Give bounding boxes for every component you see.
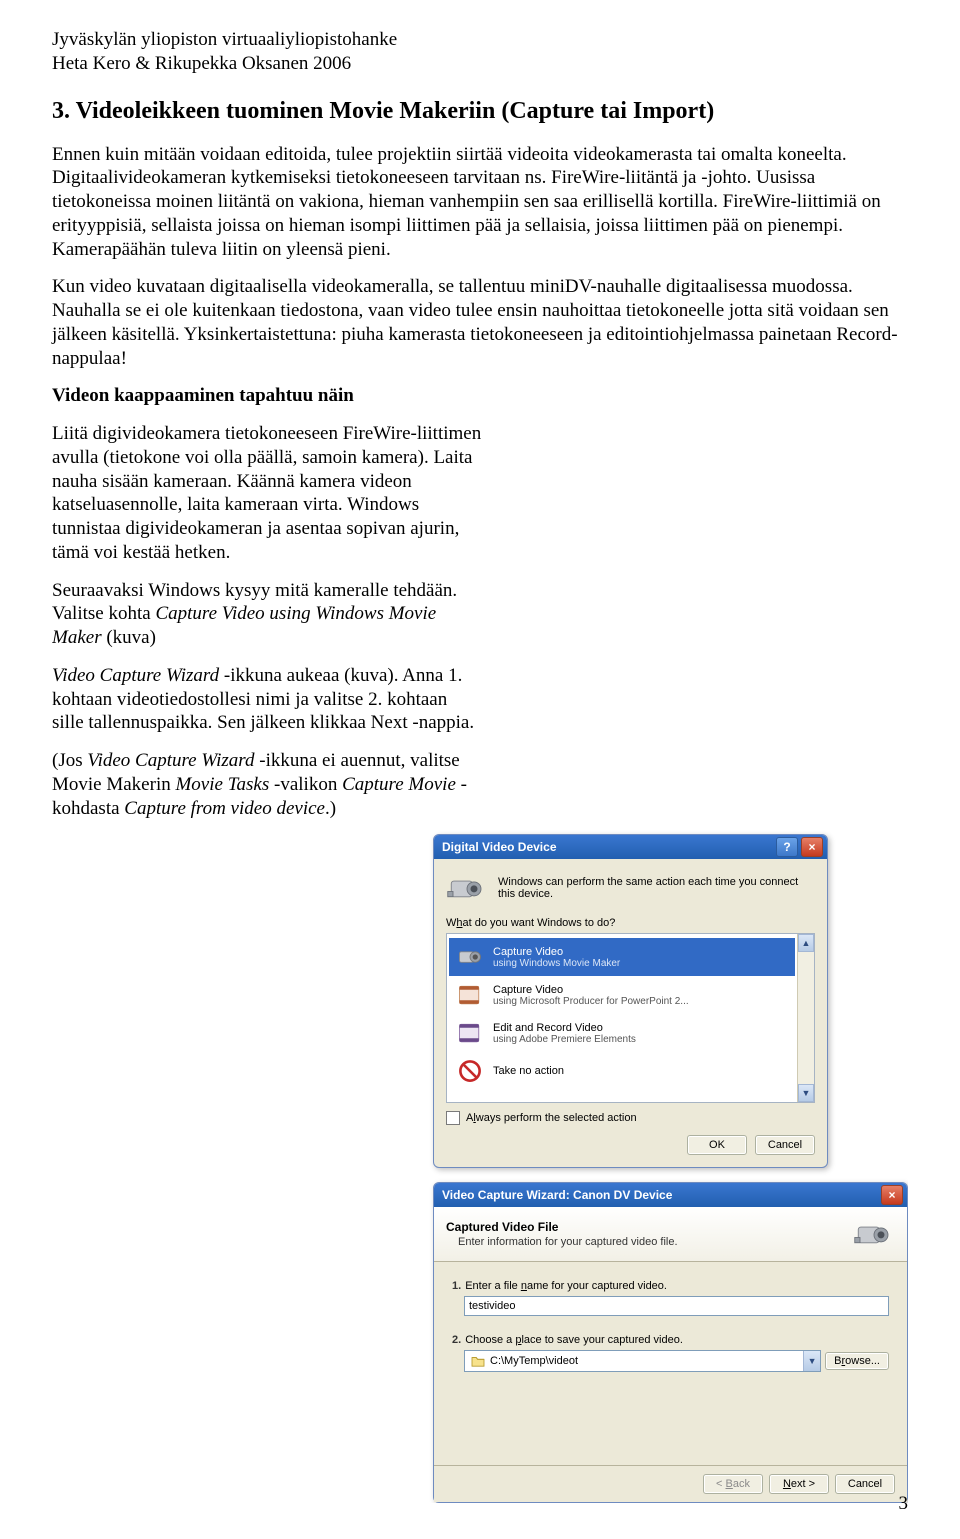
choice-title: Capture Video xyxy=(493,946,620,958)
scroll-up-button[interactable]: ▲ xyxy=(798,934,814,952)
autoplay-choice-no-action[interactable]: Take no action xyxy=(449,1052,795,1090)
help-button[interactable]: ? xyxy=(776,837,798,857)
paragraph-5: Video Capture Wizard -ikkuna aukeaa (kuv… xyxy=(52,664,482,735)
wizard-header-title: Captured Video File xyxy=(446,1220,843,1234)
camcorder-icon xyxy=(853,1215,895,1253)
always-perform-label: Always perform the selected action xyxy=(466,1112,637,1124)
camcorder-small-icon xyxy=(455,942,485,972)
cancel-button[interactable]: Cancel xyxy=(755,1135,815,1155)
back-button[interactable]: < Back xyxy=(703,1474,763,1494)
no-action-icon xyxy=(455,1056,485,1086)
choice-title: Take no action xyxy=(493,1065,564,1077)
premiere-icon xyxy=(455,1018,485,1048)
capture-wizard-dialog: Video Capture Wizard: Canon DV Device × … xyxy=(433,1182,908,1503)
folder-icon xyxy=(471,1355,485,1367)
browse-button[interactable]: Browse... xyxy=(825,1352,889,1370)
choice-sub: using Windows Movie Maker xyxy=(493,958,620,969)
wizard-header: Captured Video File Enter information fo… xyxy=(434,1207,907,1262)
ok-button[interactable]: OK xyxy=(687,1135,747,1155)
step-2-label: 2.Choose a place to save your captured v… xyxy=(452,1334,889,1346)
paragraph-4: Seuraavaksi Windows kysyy mitä kameralle… xyxy=(52,579,482,650)
save-location-dropdown[interactable]: C:\MyTemp\videot ▼ xyxy=(464,1350,821,1372)
choice-title: Edit and Record Video xyxy=(493,1022,636,1034)
checkbox-icon[interactable] xyxy=(446,1111,460,1125)
subheading: Videon kaappaaminen tapahtuu näin xyxy=(52,384,908,408)
autoplay-choice-list: Capture Video using Windows Movie Maker xyxy=(446,933,815,1103)
paragraph-1: Ennen kuin mitään voidaan editoida, tule… xyxy=(52,143,908,262)
choice-title: Capture Video xyxy=(493,984,689,996)
doc-header: Jyväskylän yliopiston virtuaaliyliopisto… xyxy=(52,28,908,76)
choice-sub: using Microsoft Producer for PowerPoint … xyxy=(493,996,689,1007)
filename-input[interactable] xyxy=(464,1296,889,1316)
autoplay-intro-text: Windows can perform the same action each… xyxy=(498,876,815,900)
scrollbar[interactable]: ▲ ▼ xyxy=(797,934,814,1102)
choice-sub: using Adobe Premiere Elements xyxy=(493,1034,636,1045)
autoplay-titlebar: Digital Video Device ? × xyxy=(434,835,827,859)
camcorder-icon xyxy=(446,869,488,907)
wizard-title: Video Capture Wizard: Canon DV Device xyxy=(442,1188,672,1202)
section-heading: 3. Videoleikkeen tuominen Movie Makeriin… xyxy=(52,98,908,125)
header-line-2: Heta Kero & Rikupekka Oksanen 2006 xyxy=(52,52,908,76)
paragraph-6: (Jos Video Capture Wizard -ikkuna ei aue… xyxy=(52,749,482,820)
autoplay-choice-capture-producer[interactable]: Capture Video using Microsoft Producer f… xyxy=(449,976,795,1014)
next-button[interactable]: Next > xyxy=(769,1474,829,1494)
wizard-header-subtitle: Enter information for your captured vide… xyxy=(458,1236,843,1248)
filmstrip-icon xyxy=(455,980,485,1010)
folder-path: C:\MyTemp\videot xyxy=(490,1355,578,1367)
paragraph-3: Liitä digivideokamera tietokoneeseen Fir… xyxy=(52,422,482,565)
close-button[interactable]: × xyxy=(881,1185,903,1205)
autoplay-dialog: Digital Video Device ? × Windows c xyxy=(433,834,828,1168)
header-line-1: Jyväskylän yliopiston virtuaaliyliopisto… xyxy=(52,28,908,52)
scroll-down-button[interactable]: ▼ xyxy=(798,1084,814,1102)
page-number: 3 xyxy=(899,1493,909,1515)
autoplay-choice-capture-wmm[interactable]: Capture Video using Windows Movie Maker xyxy=(449,938,795,976)
autoplay-prompt: What do you want Windows to do? xyxy=(446,917,815,929)
step-1-label: 1.Enter a file name for your captured vi… xyxy=(452,1280,889,1292)
cancel-button[interactable]: Cancel xyxy=(835,1474,895,1494)
wizard-titlebar: Video Capture Wizard: Canon DV Device × xyxy=(434,1183,907,1207)
paragraph-2: Kun video kuvataan digitaalisella videok… xyxy=(52,275,908,370)
autoplay-choice-premiere[interactable]: Edit and Record Video using Adobe Premie… xyxy=(449,1014,795,1052)
always-perform-row[interactable]: Always perform the selected action xyxy=(446,1111,815,1125)
autoplay-title: Digital Video Device xyxy=(442,840,557,854)
dropdown-arrow-icon[interactable]: ▼ xyxy=(803,1351,820,1371)
close-button[interactable]: × xyxy=(801,837,823,857)
